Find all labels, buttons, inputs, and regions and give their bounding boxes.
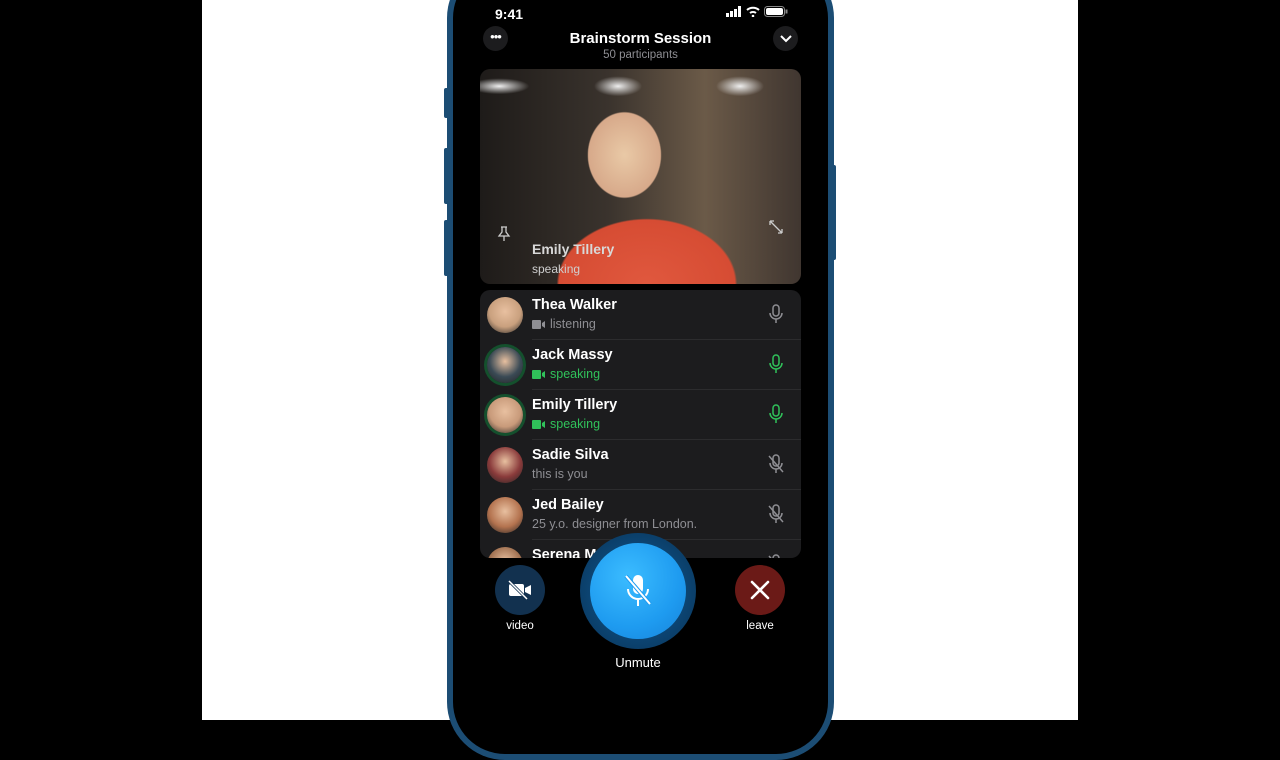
unmute-button[interactable] <box>590 543 686 639</box>
participant-name: Thea Walker <box>532 297 617 313</box>
unmute-label: Unmute <box>615 655 661 670</box>
video-toggle-button[interactable] <box>495 565 545 615</box>
avatar <box>487 347 523 383</box>
participant-row[interactable]: Sadie Silva this is you <box>480 440 801 490</box>
participant-name: Sadie Silva <box>532 447 609 463</box>
pin-icon[interactable] <box>497 226 511 242</box>
call-title: Brainstorm Session <box>569 30 712 47</box>
video-label: video <box>506 620 534 632</box>
video-participant-status: speaking <box>532 262 581 276</box>
mic-off-icon <box>624 574 652 606</box>
mic-icon[interactable] <box>768 404 784 429</box>
participant-name: Emily Tillery <box>532 397 618 413</box>
participant-status: 25 y.o. designer from London. <box>532 517 697 531</box>
participant-row[interactable]: Thea Walker listening <box>480 290 801 340</box>
phone-frame: 9:41 ••• Brainstorm Session 50 participa… <box>447 0 834 760</box>
mic-muted-icon[interactable] <box>768 504 784 529</box>
mic-icon[interactable] <box>768 354 784 379</box>
chevron-down-icon <box>779 34 792 42</box>
participant-name: Jed Bailey <box>532 497 604 513</box>
participant-status: listening <box>532 317 596 331</box>
participant-status-text: this is you <box>532 467 588 481</box>
participant-count: 50 participants <box>603 49 678 61</box>
leave-button[interactable] <box>735 565 785 615</box>
avatar <box>487 397 523 433</box>
participant-status: speaking <box>532 367 600 381</box>
participant-list[interactable]: Thea Walker listening Jack Massy speakin… <box>480 290 801 558</box>
status-icons <box>726 6 788 17</box>
mic-icon[interactable] <box>768 304 784 329</box>
status-time: 9:41 <box>495 6 524 22</box>
avatar <box>487 497 523 533</box>
participant-status-text: listening <box>550 317 596 331</box>
signal-icon <box>726 6 741 17</box>
video-participant-name: Emily Tillery <box>532 241 615 257</box>
avatar <box>487 447 523 483</box>
camera-icon <box>532 319 545 329</box>
participant-status-text: speaking <box>550 417 601 431</box>
call-screen: 9:41 ••• Brainstorm Session 50 participa… <box>453 0 828 754</box>
wifi-icon <box>746 6 760 17</box>
participant-status-text: 25 y.o. designer from London. <box>532 517 698 531</box>
participant-status: speaking <box>532 417 600 431</box>
expand-icon[interactable] <box>768 219 784 235</box>
participant-row[interactable]: Jack Massy speaking <box>480 340 801 390</box>
video-tile[interactable]: Emily Tillery speaking <box>480 69 801 284</box>
participant-row[interactable]: Emily Tillery speaking <box>480 390 801 440</box>
avatar <box>487 547 523 558</box>
participant-status-text: speaking <box>550 367 601 381</box>
mic-muted-icon[interactable] <box>768 554 784 558</box>
avatar <box>487 297 523 333</box>
video-off-icon <box>507 580 531 600</box>
mic-muted-icon[interactable] <box>768 454 784 479</box>
battery-icon <box>764 6 788 17</box>
leave-label: leave <box>746 620 774 632</box>
collapse-button[interactable] <box>773 26 798 51</box>
camera-icon <box>532 369 545 379</box>
participant-status: this is you <box>532 467 588 481</box>
participant-name: Jack Massy <box>532 347 613 363</box>
camera-icon <box>532 419 545 429</box>
close-icon <box>750 580 770 600</box>
